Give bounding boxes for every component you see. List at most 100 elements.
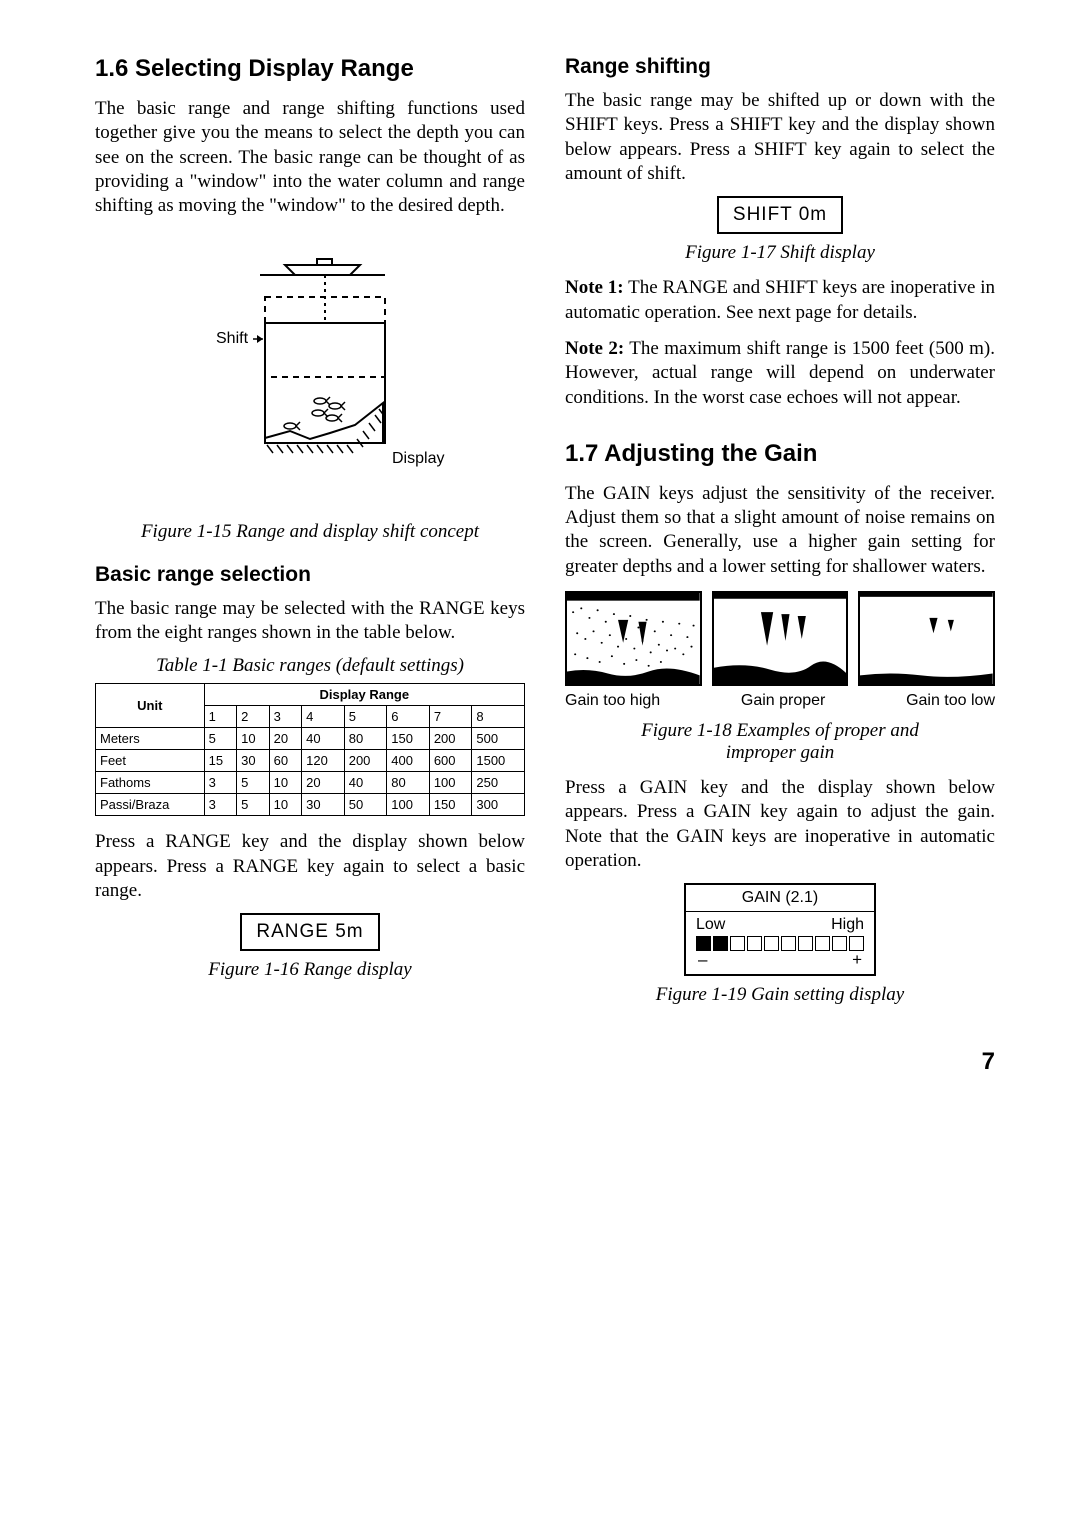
colnum: 5: [344, 706, 387, 728]
figure-1-19-caption: Figure 1-19 Gain setting display: [565, 984, 995, 1006]
val-cell: 30: [237, 750, 270, 772]
unit-cell: Passi/Braza: [96, 794, 205, 816]
gain-square-icon: [764, 936, 779, 951]
para-range-shift: The basic range may be shifted up or dow…: [565, 89, 995, 186]
gain-minus-icon: –: [698, 951, 707, 968]
unit-cell: Fathoms: [96, 772, 205, 794]
basic-range-heading: Basic range selection: [95, 563, 525, 587]
right-column: Range shifting The basic range may be sh…: [565, 55, 995, 1018]
note-1-label: Note 1:: [565, 277, 624, 298]
display-label-text: Display: [392, 450, 444, 467]
gain-example-proper: [712, 591, 849, 686]
gain-square-icon: [713, 936, 728, 951]
val-cell: 10: [237, 728, 270, 750]
colnum: 2: [237, 706, 270, 728]
colnum: 1: [204, 706, 237, 728]
gain-plus-icon: +: [852, 951, 862, 968]
para-gain-intro: The GAIN keys adjust the sensitivity of …: [565, 482, 995, 579]
gain-label-low: Gain too low: [906, 692, 995, 710]
colnum: 7: [429, 706, 472, 728]
colnum: 3: [269, 706, 302, 728]
gain-square-icon: [730, 936, 745, 951]
two-column-layout: 1.6 Selecting Display Range The basic ra…: [95, 55, 995, 1018]
gain-square-icon: [781, 936, 796, 951]
para-gain-key: Press a GAIN key and the display shown b…: [565, 776, 995, 873]
unit-cell: Feet: [96, 750, 205, 772]
shift-label-text: Shift: [216, 330, 249, 347]
fig18-line2: improper gain: [726, 742, 835, 763]
val-cell: 50: [344, 794, 387, 816]
section-1-7-title: 1.7 Adjusting the Gain: [565, 440, 995, 468]
colnum: 8: [472, 706, 525, 728]
val-cell: 3: [204, 794, 237, 816]
table-1-1-caption: Table 1-1 Basic ranges (default settings…: [95, 655, 525, 677]
fig18-line1: Figure 1-18 Examples of proper and: [641, 720, 919, 741]
shift-concept-svg: Shift: [160, 253, 460, 513]
val-cell: 10: [269, 772, 302, 794]
val-cell: 80: [387, 772, 430, 794]
val-cell: 120: [302, 750, 345, 772]
section-1-6-title: 1.6 Selecting Display Range: [95, 55, 525, 83]
val-cell: 150: [429, 794, 472, 816]
colnum: 4: [302, 706, 345, 728]
val-cell: 10: [269, 794, 302, 816]
range-shifting-heading: Range shifting: [565, 55, 995, 79]
val-cell: 250: [472, 772, 525, 794]
unit-cell: Meters: [96, 728, 205, 750]
gain-label-proper: Gain proper: [741, 692, 826, 710]
gain-level-squares: [696, 936, 864, 951]
display-range-header: Display Range: [204, 684, 524, 706]
table-row: Passi/Braza 3 5 10 30 50 100 150 300: [96, 794, 525, 816]
figure-1-18-examples: [565, 591, 995, 686]
table-row: Fathoms 3 5 10 20 40 80 100 250: [96, 772, 525, 794]
gain-square-icon: [747, 936, 762, 951]
val-cell: 60: [269, 750, 302, 772]
range-display-box: RANGE 5m: [240, 913, 379, 951]
gain-meter-title: GAIN (2.1): [686, 885, 874, 912]
para-range-key: Press a RANGE key and the display shown …: [95, 830, 525, 903]
figure-1-15-caption: Figure 1-15 Range and display shift conc…: [95, 521, 525, 543]
gain-square-icon: [815, 936, 830, 951]
left-column: 1.6 Selecting Display Range The basic ra…: [95, 55, 525, 1018]
val-cell: 600: [429, 750, 472, 772]
note-2-body: The maximum shift range is 1500 feet (50…: [565, 338, 995, 408]
colnum: 6: [387, 706, 430, 728]
gain-square-icon: [696, 936, 711, 951]
para-1-6-intro: The basic range and range shifting funct…: [95, 97, 525, 219]
val-cell: 1500: [472, 750, 525, 772]
val-cell: 40: [344, 772, 387, 794]
val-cell: 200: [344, 750, 387, 772]
val-cell: 40: [302, 728, 345, 750]
page-number: 7: [95, 1048, 995, 1076]
val-cell: 15: [204, 750, 237, 772]
gain-square-icon: [849, 936, 864, 951]
table-row: Meters 5 10 20 40 80 150 200 500: [96, 728, 525, 750]
gain-square-icon: [798, 936, 813, 951]
figure-1-15-diagram: Shift: [95, 253, 525, 513]
val-cell: 300: [472, 794, 525, 816]
gain-square-icon: [832, 936, 847, 951]
val-cell: 100: [429, 772, 472, 794]
table-header-row-1: Unit Display Range: [96, 684, 525, 706]
figure-1-16-caption: Figure 1-16 Range display: [95, 959, 525, 981]
val-cell: 150: [387, 728, 430, 750]
gain-example-labels: Gain too high Gain proper Gain too low: [565, 692, 995, 710]
gain-high-label: High: [831, 916, 864, 934]
gain-meter-box: GAIN (2.1) Low High: [684, 883, 876, 976]
basic-ranges-table: Unit Display Range 1 2 3 4 5 6 7 8 Meter…: [95, 683, 525, 816]
val-cell: 80: [344, 728, 387, 750]
note-2-label: Note 2:: [565, 338, 624, 359]
note-1: Note 1: The RANGE and SHIFT keys are ino…: [565, 276, 995, 325]
shift-display-box: SHIFT 0m: [717, 196, 843, 234]
gain-label-high: Gain too high: [565, 692, 660, 710]
gain-example-too-high: [565, 591, 702, 686]
para-basic-range: The basic range may be selected with the…: [95, 597, 525, 646]
val-cell: 100: [387, 794, 430, 816]
val-cell: 5: [237, 794, 270, 816]
val-cell: 20: [269, 728, 302, 750]
figure-1-18-caption: Figure 1-18 Examples of proper and impro…: [565, 720, 995, 764]
val-cell: 5: [237, 772, 270, 794]
table-row: Feet 15 30 60 120 200 400 600 1500: [96, 750, 525, 772]
note-2: Note 2: The maximum shift range is 1500 …: [565, 337, 995, 410]
val-cell: 3: [204, 772, 237, 794]
